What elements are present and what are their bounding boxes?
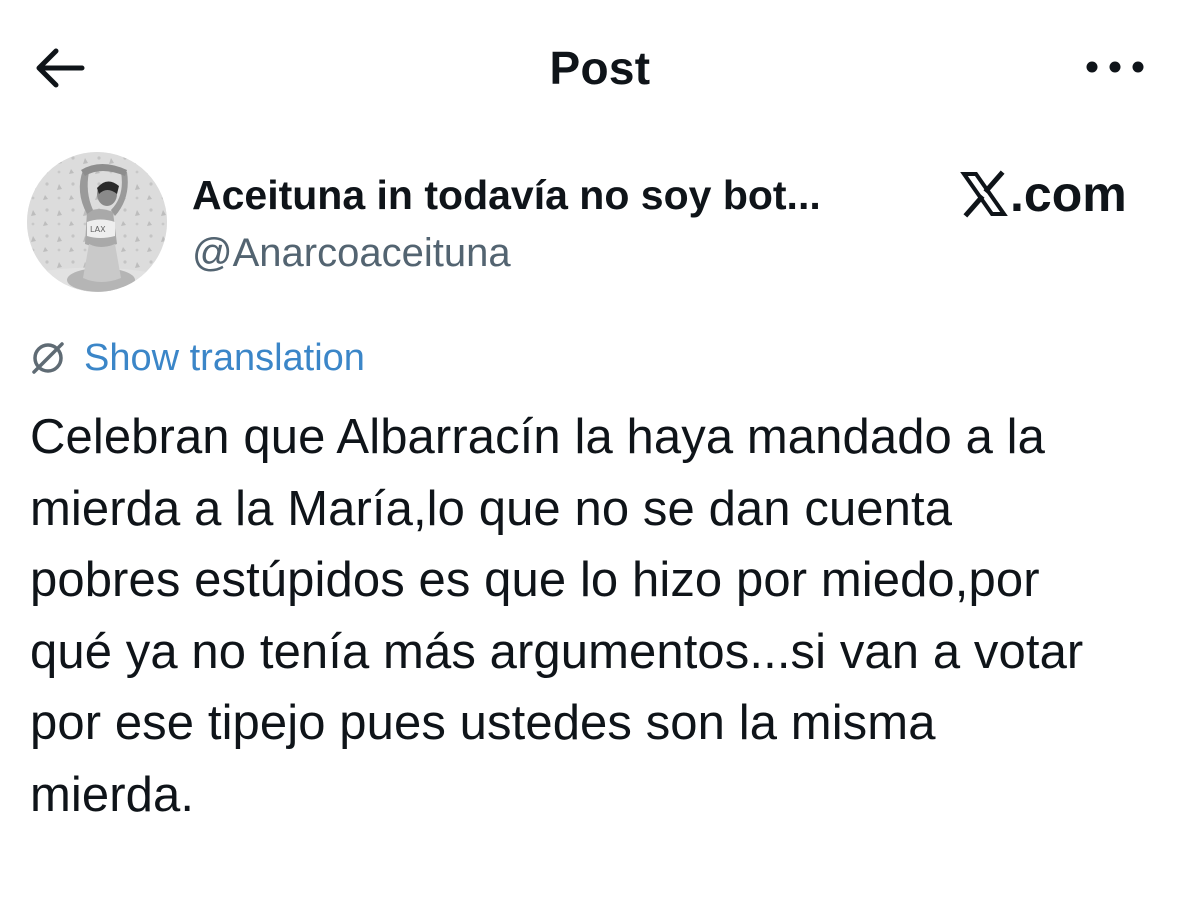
top-bar: Post bbox=[0, 0, 1200, 140]
page-title: Post bbox=[549, 42, 651, 94]
show-translation-link[interactable]: Show translation bbox=[30, 330, 365, 386]
profile-photo: LAX bbox=[27, 152, 167, 292]
more-horizontal-icon bbox=[1086, 61, 1144, 73]
post-text-line: por ese tipejo pues ustedes son la misma bbox=[30, 696, 936, 750]
svg-text:LAX: LAX bbox=[90, 225, 106, 234]
more-options-button[interactable] bbox=[1080, 52, 1150, 82]
post-text: Celebran que Albarracín la haya mandado … bbox=[30, 402, 1180, 831]
show-translation-label: Show translation bbox=[84, 337, 365, 379]
avatar[interactable]: LAX bbox=[27, 152, 167, 292]
post-text-line: pobres estúpidos es que lo hizo por mied… bbox=[30, 553, 1040, 607]
author-handle[interactable]: @Anarcoaceituna bbox=[192, 228, 511, 278]
post-text-line: mierda a la María,lo que no se dan cuent… bbox=[30, 481, 953, 536]
translate-icon bbox=[32, 342, 64, 374]
post-text-line: qué ya no tenía más argumentos...si van … bbox=[30, 624, 1084, 679]
watermark-domain: .com bbox=[1010, 166, 1127, 222]
x-logo-icon bbox=[960, 170, 1008, 218]
post-text-line: mierda. bbox=[30, 767, 195, 822]
author-display-name[interactable]: Aceituna in todavía no soy bot... bbox=[192, 170, 912, 220]
x-com-watermark: .com bbox=[960, 163, 1127, 225]
post-text-line: Celebran que Albarracín la haya mandado … bbox=[30, 410, 1046, 464]
